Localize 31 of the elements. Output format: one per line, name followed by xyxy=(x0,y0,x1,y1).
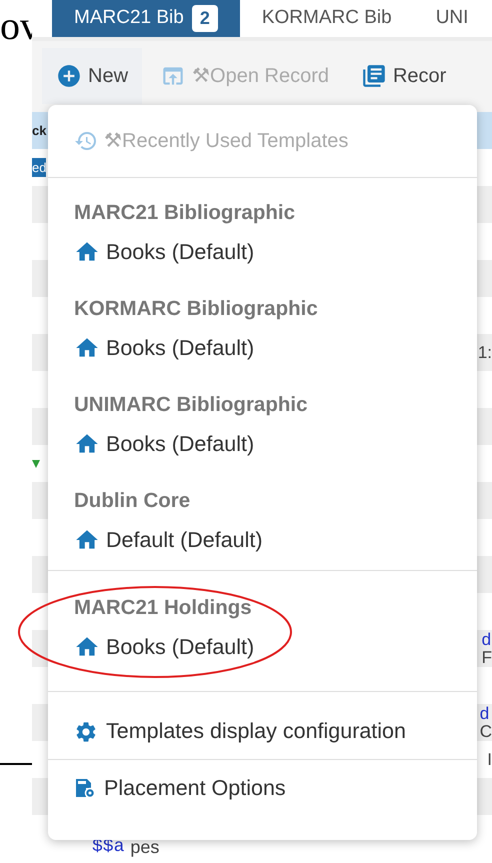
cell-text: d xyxy=(480,704,490,722)
menu-item[interactable]: Placement Options xyxy=(48,760,477,816)
group-heading: MARC21 Bibliographic xyxy=(74,200,296,226)
cell-text: 1: xyxy=(478,344,492,362)
group-heading: UNIMARC Bibliographic xyxy=(74,392,308,418)
group-heading: MARC21 Holdings xyxy=(74,594,253,621)
status-tag: ed xyxy=(32,158,46,178)
group-heading: KORMARC Bibliographic xyxy=(74,296,319,322)
template-item[interactable]: Books (Default) xyxy=(74,625,451,669)
settings-icon xyxy=(74,720,98,744)
history-icon xyxy=(74,129,98,153)
cell-text: d xyxy=(482,630,492,648)
toolbar-button[interactable]: Recor xyxy=(346,48,460,104)
document-gear-icon xyxy=(74,777,96,799)
cell-text: F xyxy=(482,648,492,666)
template-item[interactable]: Books (Default) xyxy=(74,422,451,466)
count-badge: 2 xyxy=(192,4,218,32)
plus-icon xyxy=(56,63,82,90)
group-heading: Dublin Core xyxy=(74,488,192,514)
triangle-icon xyxy=(32,460,40,468)
tab[interactable]: MARC21 Bib 2 xyxy=(52,0,240,37)
field-value: pes xyxy=(130,836,160,859)
template-item[interactable]: Books (Default) xyxy=(74,230,451,274)
toolbar-button[interactable]: New xyxy=(42,48,142,104)
document-stack-icon xyxy=(360,63,387,90)
cell-text: I xyxy=(487,750,492,768)
cell-text: C xyxy=(480,722,492,740)
template-item[interactable]: Default (Default) xyxy=(74,518,451,562)
column-header: ck xyxy=(32,122,46,140)
menu-item[interactable]: Templates display configuration xyxy=(48,704,477,760)
template-item[interactable]: Books (Default) xyxy=(74,326,451,370)
